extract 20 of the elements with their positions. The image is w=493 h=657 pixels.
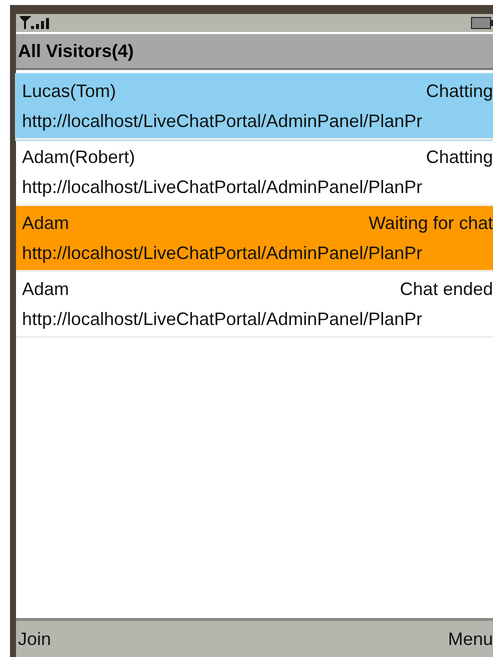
visitor-status: Waiting for chat (368, 212, 493, 234)
screen-title: All Visitors(4) (18, 40, 134, 62)
softkey-button[interactable]: Menu (446, 628, 493, 650)
visitor-status: Chatting (426, 80, 493, 102)
visitor-name: Adam(Robert) (22, 146, 136, 168)
visitor-row[interactable]: Adam Waiting for chat http://localhost/LiveChatPortal/AdminPanel/PlanPr (16, 206, 493, 272)
visitor-row[interactable]: Lucas(Tom) Chatting http://localhost/LiveChatPortal/AdminPanel/PlanPr (16, 74, 493, 140)
visitor-url: http://localhost/LiveChatPortal/AdminPanel/PlanPr (22, 176, 422, 198)
signal-icon (20, 16, 52, 30)
visitor-name: Adam (22, 278, 70, 300)
visitor-name: Adam (22, 212, 70, 234)
visitor-url: http://localhost/LiveChatPortal/AdminPanel/PlanPr (22, 110, 422, 132)
visitor-url: http://localhost/LiveChatPortal/AdminPanel/PlanPr (22, 308, 422, 330)
visitor-status: Chat ended (400, 278, 493, 300)
visitor-name: Lucas(Tom) (22, 80, 116, 102)
softkey-button[interactable]: Join (16, 628, 52, 650)
visitor-status: Chatting (426, 146, 493, 168)
battery-icon (471, 17, 493, 29)
visitor-url: http://localhost/LiveChatPortal/AdminPanel/PlanPr (22, 242, 422, 264)
visitor-row[interactable]: Adam(Robert) Chatting http://localhost/LiveChatPortal/AdminPanel/PlanPr (16, 140, 493, 206)
